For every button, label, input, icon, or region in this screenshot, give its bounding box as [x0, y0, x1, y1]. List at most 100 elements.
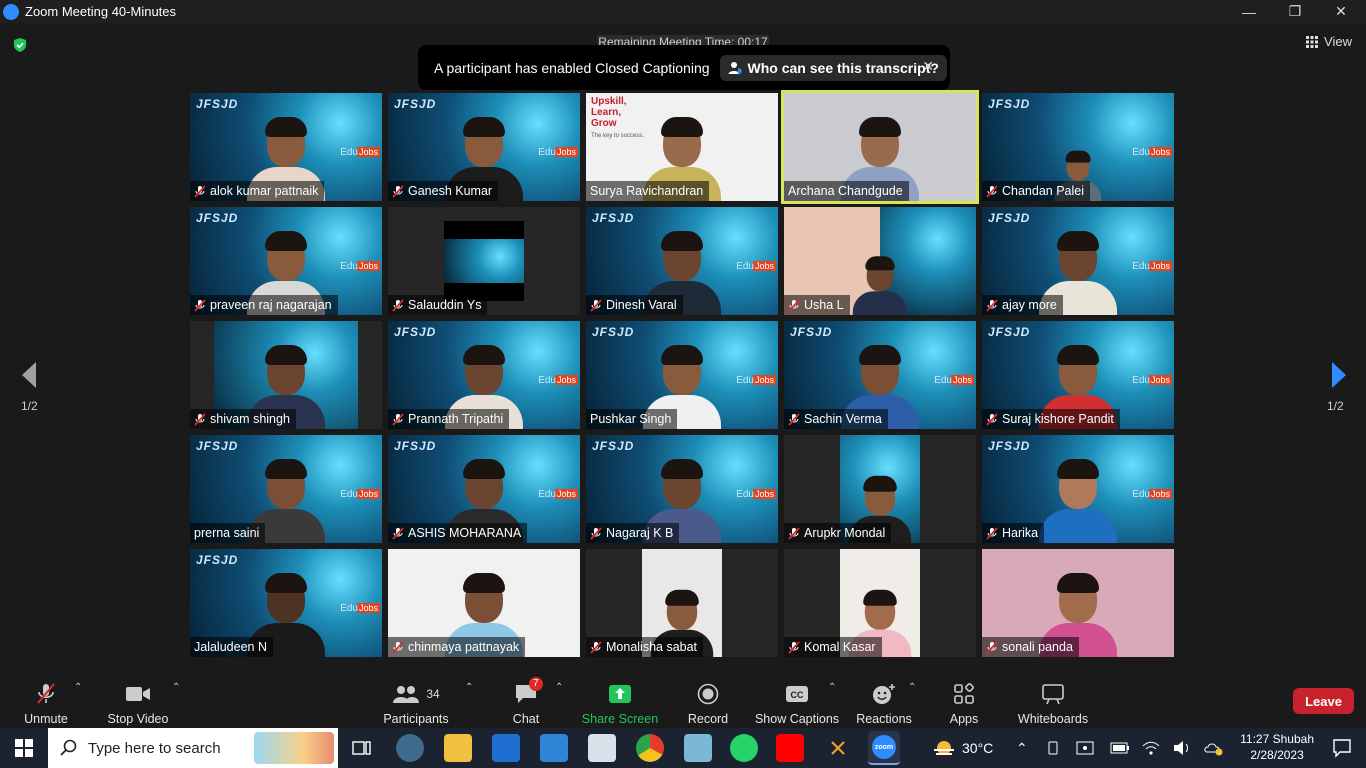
- battery-icon[interactable]: [1110, 728, 1130, 768]
- video-tile[interactable]: Upskill, Learn, Grow The key to success.…: [586, 93, 778, 201]
- audio-options-chevron-icon[interactable]: ⌃: [74, 682, 82, 693]
- show-hidden-icons-chevron[interactable]: ⌃: [1016, 728, 1028, 768]
- video-tile[interactable]: Jobs Jalaludeen N: [190, 549, 382, 657]
- chat-button[interactable]: Chat: [506, 668, 546, 728]
- participants-options-chevron-icon[interactable]: ⌃: [465, 682, 473, 693]
- video-tile[interactable]: chinmaya pattnayak: [388, 549, 580, 657]
- record-button[interactable]: Record: [686, 668, 730, 728]
- show-captions-label: Show Captions: [754, 712, 840, 726]
- whiteboards-button[interactable]: Whiteboards: [1014, 668, 1092, 728]
- video-tile[interactable]: Arupkr Mondal: [784, 435, 976, 543]
- video-tile[interactable]: Jobs Harika: [982, 435, 1174, 543]
- video-tile[interactable]: Jobs Chandan Palei: [982, 93, 1174, 201]
- minimize-button[interactable]: —: [1226, 0, 1272, 23]
- weather-widget[interactable]: 30°C: [932, 728, 993, 768]
- participant-name: Arupkr Mondal: [804, 526, 886, 540]
- video-tile[interactable]: Monalisha sabat: [586, 549, 778, 657]
- participant-name: Archana Chandgude: [788, 184, 903, 198]
- app-shortcut-icon[interactable]: [824, 734, 852, 762]
- leave-button[interactable]: Leave: [1293, 688, 1354, 714]
- screen-clip-icon[interactable]: [1076, 728, 1094, 768]
- whatsapp-icon[interactable]: [730, 734, 758, 762]
- meet-now-icon[interactable]: [1046, 728, 1062, 768]
- temperature-text: 30°C: [962, 740, 994, 756]
- stop-video-button[interactable]: Stop Video: [104, 668, 172, 728]
- participant-nameplate: Salauddin Ys: [388, 295, 488, 315]
- task-view-icon[interactable]: [348, 734, 376, 762]
- taskbar-clock[interactable]: 11:27 Shubah 2/28/2023: [1240, 731, 1314, 763]
- notification-center-icon[interactable]: [1332, 738, 1352, 758]
- apps-button[interactable]: Apps: [944, 668, 984, 728]
- participant-video: [1039, 453, 1117, 543]
- notes-app-icon[interactable]: [684, 734, 712, 762]
- video-tile[interactable]: Jobs alok kumar pattnaik: [190, 93, 382, 201]
- muted-mic-icon: [788, 412, 800, 426]
- video-tile[interactable]: Jobs ajay more: [982, 207, 1174, 315]
- title-bar: Zoom Meeting 40-Minutes — ❐ ✕: [0, 0, 1366, 23]
- view-button[interactable]: View: [1306, 34, 1352, 49]
- restore-button[interactable]: ❐: [1272, 0, 1318, 23]
- muted-mic-icon: [986, 184, 998, 198]
- zoom-taskbar-icon[interactable]: zoom: [868, 731, 900, 765]
- wifi-icon[interactable]: [1142, 728, 1160, 768]
- meeting-top-bar: Remaining Meeting Time: 00:17 View A par…: [0, 23, 1366, 90]
- video-options-chevron-icon[interactable]: ⌃: [172, 682, 180, 693]
- video-tile[interactable]: shivam shingh: [190, 321, 382, 429]
- participant-nameplate: ASHIS MOHARANA: [388, 523, 528, 543]
- video-tile[interactable]: Jobs prerna saini: [190, 435, 382, 543]
- participant-name: ajay more: [1002, 298, 1057, 312]
- show-captions-button[interactable]: CC Show Captions: [754, 668, 840, 728]
- video-tile[interactable]: Jobs Pushkar Singh: [586, 321, 778, 429]
- video-tile[interactable]: Jobs praveen raj nagarajan: [190, 207, 382, 315]
- reactions-options-chevron-icon[interactable]: ⌃: [908, 682, 916, 693]
- video-tile[interactable]: Jobs Nagaraj K B: [586, 435, 778, 543]
- video-tile[interactable]: Jobs Sachin Verma: [784, 321, 976, 429]
- video-tile[interactable]: Archana Chandgude: [784, 93, 976, 201]
- chat-options-chevron-icon[interactable]: ⌃: [555, 682, 563, 693]
- news-app-icon[interactable]: [588, 734, 616, 762]
- youtube-icon[interactable]: [776, 734, 804, 762]
- video-tile[interactable]: Jobs ASHIS MOHARANA: [388, 435, 580, 543]
- encryption-shield-icon[interactable]: [12, 37, 28, 53]
- participants-count: 34: [426, 687, 440, 701]
- video-tile[interactable]: sonali panda: [982, 549, 1174, 657]
- mail-icon[interactable]: [540, 734, 568, 762]
- video-tile[interactable]: Salauddin Ys: [388, 207, 580, 315]
- jobs-label: Jobs: [356, 147, 380, 157]
- microsoft-store-icon[interactable]: [492, 734, 520, 762]
- video-tile[interactable]: Jobs Dinesh Varal: [586, 207, 778, 315]
- who-can-see-transcript-button[interactable]: Who can see this transcript?: [719, 54, 947, 81]
- participant-name: Monalisha sabat: [606, 640, 698, 654]
- chrome-icon[interactable]: [636, 734, 664, 762]
- captions-options-chevron-icon[interactable]: ⌃: [828, 682, 836, 693]
- unmute-button[interactable]: Unmute: [16, 668, 76, 728]
- participant-name: alok kumar pattnaik: [210, 184, 319, 198]
- previous-page-arrow-icon[interactable]: [18, 360, 42, 390]
- muted-mic-icon: [986, 640, 998, 654]
- reactions-button[interactable]: Reactions: [854, 668, 914, 728]
- volume-icon[interactable]: [1172, 728, 1192, 768]
- share-screen-button[interactable]: Share Screen: [582, 668, 658, 728]
- reactions-emoji-icon: [873, 684, 895, 704]
- next-page-arrow-icon[interactable]: [1326, 360, 1350, 390]
- meeting-toolbar: Unmute ⌃ Stop Video ⌃ 34 Participants ⌃ …: [0, 668, 1366, 728]
- start-button[interactable]: [0, 728, 48, 768]
- participant-nameplate: Harika: [982, 523, 1045, 543]
- jobs-label: Jobs: [554, 375, 578, 385]
- video-tile[interactable]: Jobs Prannath Tripathi: [388, 321, 580, 429]
- close-window-button[interactable]: ✕: [1318, 0, 1364, 23]
- file-explorer-icon[interactable]: [444, 734, 472, 762]
- muted-mic-icon: [788, 526, 800, 540]
- taskbar-search-box[interactable]: Type here to search: [48, 728, 338, 768]
- people-app-icon[interactable]: [396, 734, 424, 762]
- muted-mic-icon: [986, 526, 998, 540]
- onedrive-warning-icon[interactable]: [1204, 728, 1224, 768]
- video-tile[interactable]: Usha L: [784, 207, 976, 315]
- video-tile[interactable]: Komal Kasar: [784, 549, 976, 657]
- video-tile[interactable]: Jobs Ganesh Kumar: [388, 93, 580, 201]
- close-notice-icon[interactable]: ✕: [922, 58, 934, 75]
- video-tile[interactable]: Jobs Suraj kishore Pandit: [982, 321, 1174, 429]
- participant-name: Surya Ravichandran: [590, 184, 704, 198]
- participants-button[interactable]: 34 Participants: [382, 668, 450, 728]
- muted-mic-icon: [986, 298, 998, 312]
